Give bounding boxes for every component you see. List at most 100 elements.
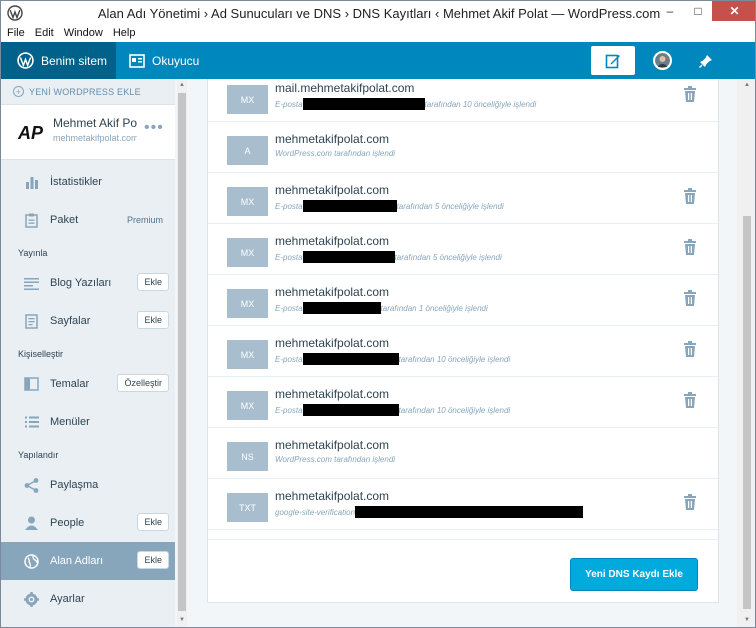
notifications-button[interactable]	[695, 50, 717, 72]
window-controls: – □ ✕	[656, 1, 755, 21]
main-scrollbar[interactable]: ▲ ▼	[737, 79, 755, 627]
plan-clipboard-icon	[23, 212, 40, 229]
record-type-badge: MX	[227, 391, 268, 420]
sidebar-item-themes[interactable]: Temalar Özelleştir	[1, 365, 175, 403]
maximize-button[interactable]: □	[684, 1, 712, 21]
sidebar-item-label: Sayfalar	[50, 315, 91, 327]
scroll-up-arrow-icon[interactable]: ▲	[178, 82, 186, 88]
sidebar-scrollbar[interactable]: ▲ ▼	[177, 79, 187, 627]
add-post-button[interactable]: Ekle	[137, 273, 169, 291]
record-description: E-posta tarafından 10 önceliğiyle işlendi	[275, 98, 536, 110]
record-description-suffix: tarafından 10 önceliğiyle işlendi	[398, 405, 511, 415]
record-description: E-posta tarafından 5 önceliğiyle işlendi	[275, 200, 504, 212]
trash-icon[interactable]	[683, 86, 697, 102]
add-new-site-link[interactable]: + YENİ WORDPRESS EKLE	[1, 79, 175, 105]
sidebar-item-pages[interactable]: Sayfalar Ekle	[1, 302, 175, 340]
add-people-button[interactable]: Ekle	[137, 513, 169, 531]
sidebar-item-label: People	[50, 517, 85, 529]
record-host: mehmetakifpolat.com	[275, 489, 390, 503]
trash-icon[interactable]	[683, 239, 697, 255]
reader-button[interactable]: Okuyucu	[129, 42, 199, 79]
app-window: Alan Adı Yönetimi › Ad Sunucuları ve DNS…	[0, 0, 756, 628]
redacted-value	[355, 506, 584, 518]
site-logo-icon: AP	[18, 123, 44, 143]
scroll-down-arrow-icon[interactable]: ▼	[178, 617, 186, 623]
trash-icon[interactable]	[683, 494, 697, 510]
trash-icon[interactable]	[683, 392, 697, 408]
stats-icon	[23, 174, 40, 191]
card-divider	[208, 539, 718, 540]
trash-icon[interactable]	[683, 341, 697, 357]
user-avatar[interactable]	[653, 51, 672, 70]
current-site-card[interactable]: AP Mehmet Akif Polat mehmetakifpolat.com…	[1, 105, 175, 160]
record-type-badge: NS	[227, 442, 268, 471]
sidebar-item-plan[interactable]: Paket Premium	[1, 201, 175, 239]
menu-edit[interactable]: Edit	[35, 25, 54, 42]
record-description: E-posta tarafından 10 önceliğiyle işlendi	[275, 404, 510, 416]
record-type-badge: MX	[227, 289, 268, 318]
record-description-suffix: tarafından 10 önceliğiyle işlendi	[424, 99, 537, 109]
sidebar-item-stats[interactable]: İstatistikler	[1, 163, 175, 201]
customize-button[interactable]: Özelleştir	[117, 374, 169, 392]
record-description: WordPress.com tarafından işlendi	[275, 455, 395, 464]
close-button[interactable]: ✕	[712, 1, 755, 21]
redacted-value	[302, 404, 399, 416]
redacted-value	[302, 353, 399, 365]
minimize-button[interactable]: –	[656, 1, 684, 21]
sidebar-item-settings[interactable]: Ayarlar	[1, 580, 175, 618]
sidebar-item-menus[interactable]: Menüler	[1, 403, 175, 441]
dns-record-row: Amehmetakifpolat.com WordPress.com tarafı…	[208, 122, 718, 173]
posts-icon	[23, 275, 40, 292]
sidebar-item-people[interactable]: People Ekle	[1, 504, 175, 542]
dns-record-row: MX mehmetakifpolat.com E-posta tarafından 1…	[208, 275, 718, 326]
plan-badge: Premium	[126, 215, 163, 225]
window-title: Alan Adı Yönetimi › Ad Sunucuları ve DNS…	[97, 6, 661, 21]
record-description-prefix: google-site-verification	[275, 507, 356, 517]
redacted-value	[302, 200, 397, 212]
my-site-button[interactable]: Benim sitem	[1, 42, 116, 79]
main-content: TXT mehmetakifpolat.com google-site-verifi…	[187, 79, 737, 627]
share-icon	[23, 477, 40, 494]
trash-icon[interactable]	[683, 188, 697, 204]
redacted-value	[302, 302, 381, 314]
record-type-badge: MX	[227, 187, 268, 216]
record-description-prefix: WordPress.com tarafından işlendi	[275, 455, 396, 464]
scroll-down-arrow-icon[interactable]: ▼	[742, 617, 752, 623]
add-site-label: YENİ WORDPRESS EKLE	[29, 86, 141, 97]
redacted-value	[302, 251, 395, 263]
sidebar-item-posts[interactable]: Blog Yazıları Ekle	[1, 264, 175, 302]
menu-help[interactable]: Help	[113, 25, 136, 42]
record-type-badge: A	[227, 136, 268, 165]
menu-window[interactable]: Window	[64, 25, 103, 42]
pages-icon	[23, 313, 40, 330]
site-title: Mehmet Akif Polat	[53, 116, 137, 130]
section-heading-personalize: Kişiselleştir	[18, 349, 64, 359]
record-description-suffix: tarafından 5 önceliğiyle işlendi	[396, 201, 504, 211]
site-more-icon[interactable]: •••	[144, 119, 164, 137]
add-dns-record-button[interactable]: Yeni DNS Kaydı Ekle	[570, 558, 698, 591]
record-type-badge: MX	[227, 340, 268, 369]
sidebar-item-sharing[interactable]: Paylaşma	[1, 466, 175, 504]
menu-file[interactable]: File	[7, 25, 25, 42]
redacted-value	[302, 98, 425, 110]
record-description: google-site-verification	[275, 506, 584, 518]
sidebar: + YENİ WORDPRESS EKLE AP Mehmet Akif Pol…	[1, 79, 175, 627]
record-description: E-posta tarafından 1 önceliğiyle işlendi	[275, 302, 488, 314]
record-type-badge: TXT	[227, 493, 268, 522]
add-domain-button[interactable]: Ekle	[137, 551, 169, 569]
main-scroll-thumb[interactable]	[743, 216, 751, 609]
reader-label: Okuyucu	[152, 53, 200, 68]
record-description-suffix: tarafından 10 önceliğiyle işlendi	[398, 354, 511, 364]
record-description-prefix: E-posta	[275, 303, 303, 313]
dns-record-row: MX mail.mehmetakifpolat.com E-posta tarafın…	[208, 71, 718, 122]
sidebar-scroll-thumb[interactable]	[178, 93, 186, 611]
section-heading-configure: Yapılandır	[18, 450, 59, 460]
scroll-up-arrow-icon[interactable]: ▲	[742, 82, 752, 88]
trash-icon[interactable]	[683, 290, 697, 306]
add-page-button[interactable]: Ekle	[137, 311, 169, 329]
record-host: mehmetakifpolat.com	[275, 183, 390, 197]
dns-record-row: MX mehmetakifpolat.com E-posta tarafından 1…	[208, 326, 718, 377]
sidebar-item-domains[interactable]: Alan Adları Ekle	[1, 542, 175, 580]
dns-record-row: NS mehmetakifpolat.com WordPress.com taraf…	[208, 428, 718, 479]
themes-icon	[23, 376, 40, 393]
